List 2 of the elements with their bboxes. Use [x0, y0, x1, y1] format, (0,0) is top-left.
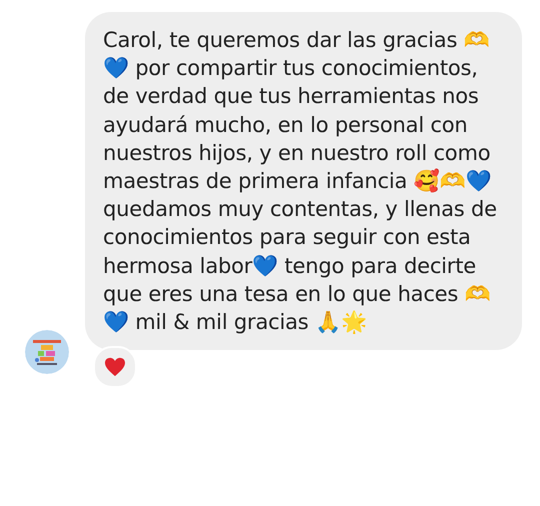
message-text: Carol, te queremos dar las gracias 🫶💙 por compartir tus conocimientos, de verdad que tus herramientas nos ayudará mucho, en lo personal con nuestros hijos, y en nuestro roll como maestras de primera infancia 🥰🫶💙 quedamos muy contentas, y llenas de conocimientos para seguir con esta hermosa labor💙 tengo para decirte que eres una tesa en lo que haces 🫶💙 mil & mil gracias 🙏🌟: [85, 12, 522, 350]
heart-icon: [104, 357, 126, 378]
